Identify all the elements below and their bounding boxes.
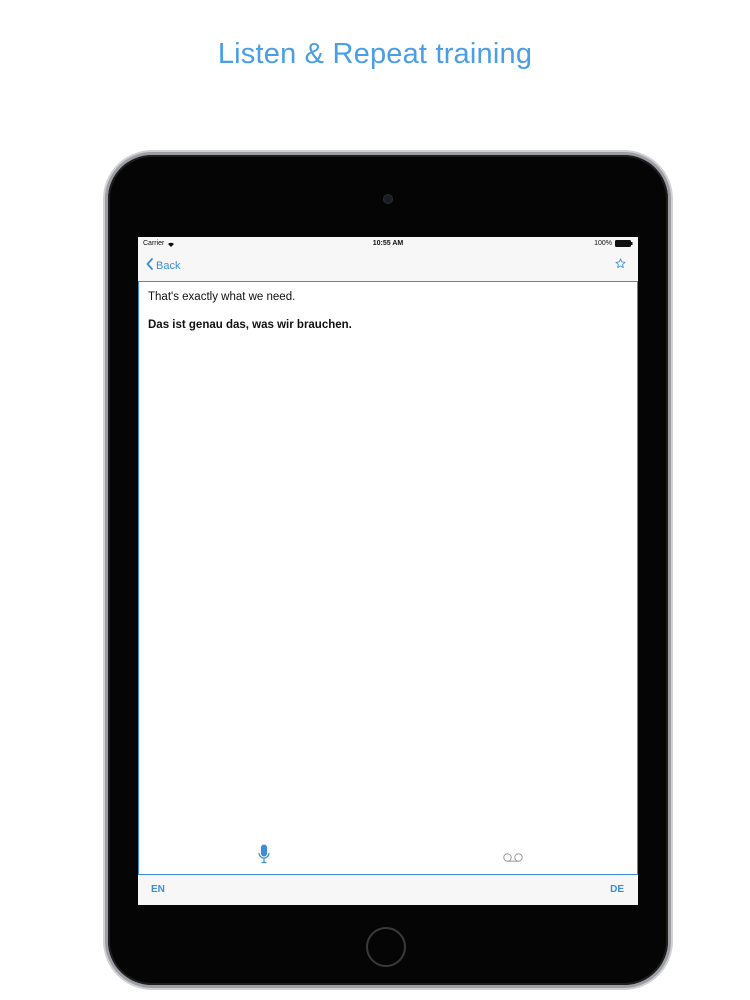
microphone-icon[interactable] <box>258 844 270 869</box>
battery-percent: 100% <box>594 240 612 247</box>
battery-icon <box>615 240 633 247</box>
source-language-button[interactable]: EN <box>151 884 165 895</box>
language-bar: EN DE <box>138 875 638 905</box>
navigation-bar: Back <box>138 251 638 282</box>
favorite-star-button[interactable] <box>615 258 626 272</box>
star-icon <box>615 258 626 272</box>
phrase-content-area: That's exactly what we need. Das ist gen… <box>138 282 638 875</box>
status-right: 100% <box>594 240 633 247</box>
promo-title: Listen & Repeat training <box>217 38 533 70</box>
phrase-source-text: That's exactly what we need. <box>148 291 296 303</box>
camera-icon <box>384 195 392 203</box>
voicemail-icon[interactable] <box>503 849 523 867</box>
app-screen: Carrier 10:55 AM 100% Back That's exactl… <box>138 237 638 905</box>
target-language-button[interactable]: DE <box>610 884 624 895</box>
status-time: 10:55 AM <box>372 240 404 247</box>
back-button[interactable]: Back <box>146 258 180 273</box>
home-button[interactable] <box>366 927 406 967</box>
ipad-device-frame: Carrier 10:55 AM 100% Back That's exactl… <box>108 155 668 985</box>
status-bar: Carrier 10:55 AM 100% <box>138 237 638 251</box>
chevron-left-icon <box>146 258 153 273</box>
back-button-label: Back <box>156 259 181 272</box>
phrase-translation-text: Das ist genau das, was wir brauchen. <box>148 319 352 331</box>
